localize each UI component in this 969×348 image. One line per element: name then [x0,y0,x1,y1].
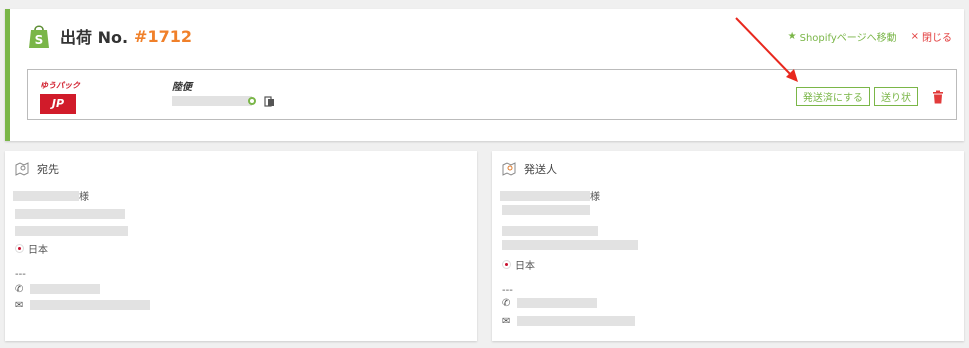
redacted-tracking [172,96,252,106]
mail-icon: ✉ [15,300,24,311]
recipient-name: 様 [13,188,89,203]
mail-icon: ✉ [502,316,511,327]
sender-heading: 発送人 [524,163,557,176]
recipient-phone: ✆ [15,284,100,295]
close-icon: × [910,31,919,42]
shipping-method: 陸便 [172,82,192,93]
country-label: 日本 [515,261,535,272]
redacted-email [517,316,635,326]
separator: --- [502,285,513,296]
recipient-address [15,226,128,236]
map-icon [502,162,516,176]
name-suffix: 様 [79,192,89,203]
close-label: 閉じる [922,33,952,44]
tracking-number [172,95,276,107]
yu-pack-logo-text: ゆうパック [40,81,80,90]
redacted-name [500,190,590,201]
sender-card: 発送人 様 日本 --- ✆ ✉ [492,151,964,341]
sender-header: 発送人 [502,161,557,177]
copy-icon[interactable] [264,95,276,107]
redacted-postcode [502,226,598,236]
svg-text:S: S [35,33,44,47]
redacted-email [30,300,150,310]
shopify-link-label: Shopifyページへ移動 [799,33,897,44]
carrier-box: ゆうパック JP 陸便 発送済にする 送り状 [27,69,957,120]
redacted-company [502,205,590,215]
redacted-address [502,240,638,250]
page-title: 出荷 No. [60,28,129,47]
mark-shipped-button[interactable]: 発送済にする [795,87,870,106]
recipient-country: 日本 [15,241,48,256]
trash-icon[interactable] [932,90,944,104]
recipient-heading: 宛先 [37,163,59,176]
map-icon [15,162,29,176]
sender-country: 日本 [502,257,535,272]
header-actions: ★ Shopifyページへ移動 × 閉じる [788,29,952,44]
japan-post-logo: ゆうパック JP [40,80,82,116]
redacted-phone [30,284,100,294]
close-link[interactable]: × 閉じる [911,29,952,44]
redacted-phone [517,298,597,308]
shopify-bag-icon: S [29,25,49,48]
redacted-name [13,190,79,201]
sender-phone: ✆ [502,298,597,309]
shipment-header: S 出荷 No. #1712 [28,23,192,49]
recipient-postcode [15,209,125,219]
phone-icon: ✆ [15,284,24,295]
japan-flag-icon [15,244,24,253]
redacted-address [15,226,128,236]
sender-company [502,205,590,215]
sender-address [502,240,638,250]
sender-email: ✉ [502,316,635,327]
name-suffix: 様 [590,192,600,203]
order-number: #1712 [134,26,192,46]
tracking-status-dot [248,97,256,105]
phone-icon: ✆ [502,298,511,309]
jp-badge: JP [40,94,76,114]
carrier-actions: 発送済にする 送り状 [795,87,944,106]
recipient-email: ✉ [15,300,150,311]
shipment-card: S 出荷 No. #1712 ★ Shopifyページへ移動 × 閉じる ゆうパ… [5,9,964,141]
redacted-postcode [15,209,125,219]
annotation-arrow [735,17,798,82]
sender-postcode [502,226,598,236]
recipient-header: 宛先 [15,161,59,177]
country-label: 日本 [28,245,48,256]
separator: --- [15,269,26,280]
shipping-label-button[interactable]: 送り状 [874,87,918,106]
sender-name: 様 [500,188,600,203]
recipient-card: 宛先 様 日本 --- ✆ ✉ [5,151,477,341]
shopify-page-link[interactable]: ★ Shopifyページへ移動 [788,29,897,44]
japan-flag-icon [502,260,511,269]
